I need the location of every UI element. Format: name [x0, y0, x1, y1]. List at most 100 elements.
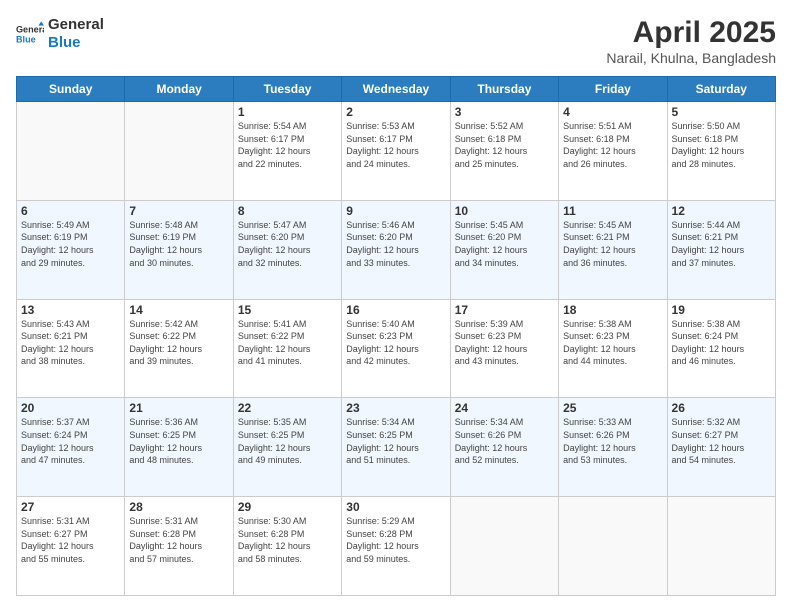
page: General Blue General Blue April 2025 Nar… [0, 0, 792, 612]
calendar-day-header: Monday [125, 77, 233, 102]
day-number: 27 [21, 500, 120, 514]
calendar-cell: 19Sunrise: 5:38 AM Sunset: 6:24 PM Dayli… [667, 299, 775, 398]
calendar-cell: 7Sunrise: 5:48 AM Sunset: 6:19 PM Daylig… [125, 200, 233, 299]
calendar-cell [17, 102, 125, 201]
day-info: Sunrise: 5:32 AM Sunset: 6:27 PM Dayligh… [672, 416, 771, 466]
day-number: 15 [238, 303, 337, 317]
day-number: 14 [129, 303, 228, 317]
day-info: Sunrise: 5:52 AM Sunset: 6:18 PM Dayligh… [455, 120, 554, 170]
calendar-cell: 23Sunrise: 5:34 AM Sunset: 6:25 PM Dayli… [342, 398, 450, 497]
logo-text-line1: General [48, 16, 104, 34]
day-info: Sunrise: 5:38 AM Sunset: 6:23 PM Dayligh… [563, 318, 662, 368]
day-number: 16 [346, 303, 445, 317]
calendar-cell: 22Sunrise: 5:35 AM Sunset: 6:25 PM Dayli… [233, 398, 341, 497]
month-title: April 2025 [606, 16, 776, 50]
calendar-cell: 5Sunrise: 5:50 AM Sunset: 6:18 PM Daylig… [667, 102, 775, 201]
svg-text:Blue: Blue [16, 34, 36, 44]
logo-text-line2: Blue [48, 34, 104, 52]
day-info: Sunrise: 5:31 AM Sunset: 6:28 PM Dayligh… [129, 515, 228, 565]
calendar-day-header: Saturday [667, 77, 775, 102]
day-info: Sunrise: 5:46 AM Sunset: 6:20 PM Dayligh… [346, 219, 445, 269]
day-number: 28 [129, 500, 228, 514]
calendar-cell [450, 497, 558, 596]
day-info: Sunrise: 5:41 AM Sunset: 6:22 PM Dayligh… [238, 318, 337, 368]
logo-icon: General Blue [16, 20, 44, 48]
svg-text:General: General [16, 25, 44, 35]
calendar-cell: 24Sunrise: 5:34 AM Sunset: 6:26 PM Dayli… [450, 398, 558, 497]
calendar-cell: 10Sunrise: 5:45 AM Sunset: 6:20 PM Dayli… [450, 200, 558, 299]
calendar-cell: 14Sunrise: 5:42 AM Sunset: 6:22 PM Dayli… [125, 299, 233, 398]
day-number: 7 [129, 204, 228, 218]
calendar-cell: 17Sunrise: 5:39 AM Sunset: 6:23 PM Dayli… [450, 299, 558, 398]
day-number: 20 [21, 401, 120, 415]
day-info: Sunrise: 5:42 AM Sunset: 6:22 PM Dayligh… [129, 318, 228, 368]
calendar-day-header: Tuesday [233, 77, 341, 102]
day-number: 9 [346, 204, 445, 218]
day-info: Sunrise: 5:35 AM Sunset: 6:25 PM Dayligh… [238, 416, 337, 466]
day-info: Sunrise: 5:33 AM Sunset: 6:26 PM Dayligh… [563, 416, 662, 466]
calendar-week-row: 20Sunrise: 5:37 AM Sunset: 6:24 PM Dayli… [17, 398, 776, 497]
calendar-cell: 28Sunrise: 5:31 AM Sunset: 6:28 PM Dayli… [125, 497, 233, 596]
calendar-day-header: Friday [559, 77, 667, 102]
logo: General Blue General Blue [16, 16, 104, 52]
calendar-cell: 2Sunrise: 5:53 AM Sunset: 6:17 PM Daylig… [342, 102, 450, 201]
calendar-cell: 4Sunrise: 5:51 AM Sunset: 6:18 PM Daylig… [559, 102, 667, 201]
day-info: Sunrise: 5:44 AM Sunset: 6:21 PM Dayligh… [672, 219, 771, 269]
day-info: Sunrise: 5:36 AM Sunset: 6:25 PM Dayligh… [129, 416, 228, 466]
day-number: 12 [672, 204, 771, 218]
day-number: 19 [672, 303, 771, 317]
day-info: Sunrise: 5:50 AM Sunset: 6:18 PM Dayligh… [672, 120, 771, 170]
day-number: 5 [672, 105, 771, 119]
calendar-day-header: Sunday [17, 77, 125, 102]
day-number: 8 [238, 204, 337, 218]
day-number: 18 [563, 303, 662, 317]
calendar-week-row: 1Sunrise: 5:54 AM Sunset: 6:17 PM Daylig… [17, 102, 776, 201]
calendar-cell: 18Sunrise: 5:38 AM Sunset: 6:23 PM Dayli… [559, 299, 667, 398]
calendar-cell: 11Sunrise: 5:45 AM Sunset: 6:21 PM Dayli… [559, 200, 667, 299]
day-info: Sunrise: 5:53 AM Sunset: 6:17 PM Dayligh… [346, 120, 445, 170]
calendar-cell: 30Sunrise: 5:29 AM Sunset: 6:28 PM Dayli… [342, 497, 450, 596]
day-info: Sunrise: 5:39 AM Sunset: 6:23 PM Dayligh… [455, 318, 554, 368]
day-info: Sunrise: 5:37 AM Sunset: 6:24 PM Dayligh… [21, 416, 120, 466]
calendar-week-row: 27Sunrise: 5:31 AM Sunset: 6:27 PM Dayli… [17, 497, 776, 596]
day-number: 21 [129, 401, 228, 415]
day-info: Sunrise: 5:45 AM Sunset: 6:20 PM Dayligh… [455, 219, 554, 269]
day-info: Sunrise: 5:40 AM Sunset: 6:23 PM Dayligh… [346, 318, 445, 368]
day-number: 1 [238, 105, 337, 119]
calendar-cell: 6Sunrise: 5:49 AM Sunset: 6:19 PM Daylig… [17, 200, 125, 299]
day-info: Sunrise: 5:34 AM Sunset: 6:26 PM Dayligh… [455, 416, 554, 466]
calendar-cell: 13Sunrise: 5:43 AM Sunset: 6:21 PM Dayli… [17, 299, 125, 398]
day-number: 22 [238, 401, 337, 415]
day-number: 23 [346, 401, 445, 415]
calendar-cell: 25Sunrise: 5:33 AM Sunset: 6:26 PM Dayli… [559, 398, 667, 497]
calendar-cell: 15Sunrise: 5:41 AM Sunset: 6:22 PM Dayli… [233, 299, 341, 398]
title-block: April 2025 Narail, Khulna, Bangladesh [606, 16, 776, 66]
day-info: Sunrise: 5:31 AM Sunset: 6:27 PM Dayligh… [21, 515, 120, 565]
calendar-week-row: 6Sunrise: 5:49 AM Sunset: 6:19 PM Daylig… [17, 200, 776, 299]
day-info: Sunrise: 5:47 AM Sunset: 6:20 PM Dayligh… [238, 219, 337, 269]
day-info: Sunrise: 5:30 AM Sunset: 6:28 PM Dayligh… [238, 515, 337, 565]
day-number: 4 [563, 105, 662, 119]
calendar-cell: 29Sunrise: 5:30 AM Sunset: 6:28 PM Dayli… [233, 497, 341, 596]
calendar-cell: 26Sunrise: 5:32 AM Sunset: 6:27 PM Dayli… [667, 398, 775, 497]
calendar-day-header: Wednesday [342, 77, 450, 102]
calendar-cell [667, 497, 775, 596]
day-info: Sunrise: 5:48 AM Sunset: 6:19 PM Dayligh… [129, 219, 228, 269]
day-info: Sunrise: 5:45 AM Sunset: 6:21 PM Dayligh… [563, 219, 662, 269]
calendar-table: SundayMondayTuesdayWednesdayThursdayFrid… [16, 76, 776, 596]
day-number: 17 [455, 303, 554, 317]
calendar-cell: 16Sunrise: 5:40 AM Sunset: 6:23 PM Dayli… [342, 299, 450, 398]
day-info: Sunrise: 5:51 AM Sunset: 6:18 PM Dayligh… [563, 120, 662, 170]
day-number: 25 [563, 401, 662, 415]
day-number: 3 [455, 105, 554, 119]
calendar-cell [559, 497, 667, 596]
day-number: 29 [238, 500, 337, 514]
calendar-cell: 12Sunrise: 5:44 AM Sunset: 6:21 PM Dayli… [667, 200, 775, 299]
day-number: 13 [21, 303, 120, 317]
calendar-day-header: Thursday [450, 77, 558, 102]
calendar-cell: 20Sunrise: 5:37 AM Sunset: 6:24 PM Dayli… [17, 398, 125, 497]
calendar-cell [125, 102, 233, 201]
calendar-week-row: 13Sunrise: 5:43 AM Sunset: 6:21 PM Dayli… [17, 299, 776, 398]
calendar-cell: 1Sunrise: 5:54 AM Sunset: 6:17 PM Daylig… [233, 102, 341, 201]
day-number: 26 [672, 401, 771, 415]
